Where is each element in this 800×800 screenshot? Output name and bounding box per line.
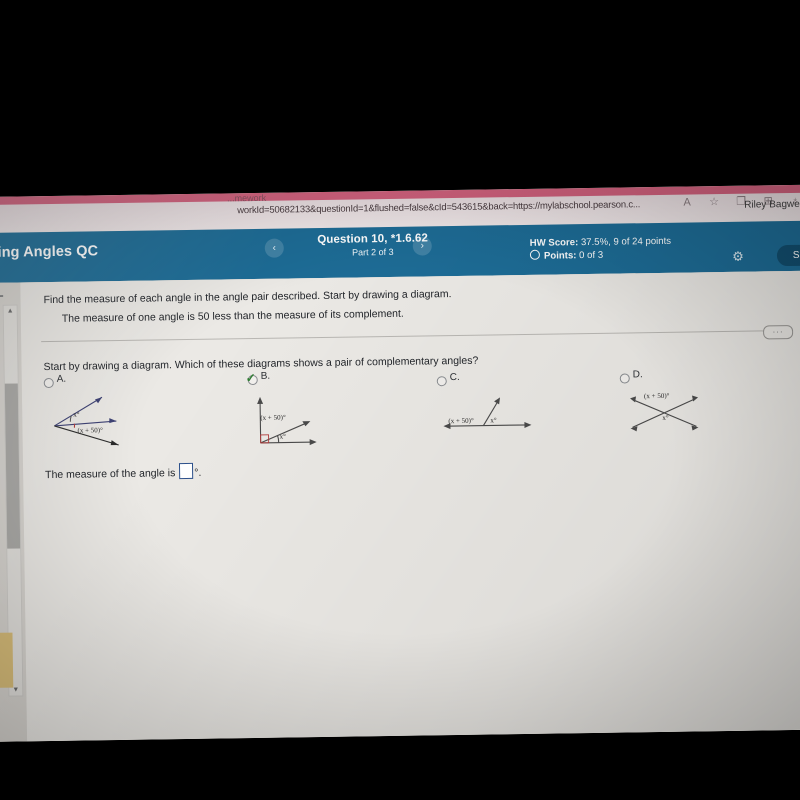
diagram-b: (x + 50)° x° [248, 387, 359, 451]
svg-text:(x + 50)°: (x + 50)° [260, 414, 286, 422]
save-button[interactable]: Sa [776, 244, 800, 267]
exercise-page: ⇤ ▲ ▼ Find the measure of each angle in … [0, 270, 800, 742]
instruction-line: Find the measure of each angle in the an… [43, 288, 452, 307]
selected-check-icon: ✓ [245, 370, 256, 386]
course-title: oring Angles QC [0, 243, 99, 261]
previous-question-button[interactable]: ‹ [264, 238, 284, 258]
instruction-detail: The measure of one angle is 50 less than… [61, 307, 404, 325]
svg-text:(x + 50)°: (x + 50)° [644, 392, 670, 400]
question-label: Question 10, *1.6.62 [317, 232, 429, 247]
read-aloud-icon[interactable]: A [680, 195, 694, 209]
divider [41, 330, 782, 343]
svg-text:x°: x° [490, 416, 497, 424]
scroll-up-arrow-icon[interactable]: ▲ [7, 308, 14, 315]
gear-icon[interactable]: ⚙ [730, 249, 746, 265]
question-navigator: Question 10, *1.6.62 Part 2 of 3 [283, 232, 463, 259]
choice-c-letter: C. [449, 371, 460, 384]
choice-d-letter: D. [632, 369, 643, 381]
svg-text:x°: x° [73, 411, 80, 419]
diagram-c: (x + 50)° x° [437, 389, 548, 439]
photo-of-monitor: ...mework workId=50682133&questionId=1&f… [0, 0, 800, 800]
points-value: 0 of 3 [579, 249, 604, 262]
svg-text:(x + 50)°: (x + 50)° [77, 426, 103, 434]
question-part: Part 2 of 3 [352, 246, 394, 258]
svg-text:x°: x° [280, 433, 287, 441]
more-options-button[interactable]: ··· [762, 324, 794, 340]
hw-score-value: 37.5%, 9 of 24 points [580, 235, 672, 249]
question-sheet: Find the measure of each angle in the an… [20, 270, 800, 742]
favorites-star-icon[interactable]: ☆ [707, 195, 721, 209]
scrollbar-thumb[interactable] [4, 383, 21, 549]
question-instruction: Find the measure of each angle in the an… [43, 283, 683, 327]
choice-a-letter: A. [56, 373, 67, 385]
user-name: Riley Bagwell [744, 198, 800, 211]
points-label: Points: [543, 250, 577, 262]
radio-c[interactable] [436, 376, 447, 387]
scroll-down-arrow-icon[interactable]: ▼ [12, 687, 19, 694]
svg-text:(x + 50)°: (x + 50)° [448, 417, 474, 425]
svg-text:x°: x° [662, 414, 669, 422]
score-summary: HW Score: 37.5%, 9 of 24 points Points: … [530, 235, 672, 263]
desktop-edge-artifact [0, 632, 14, 688]
back-to-assignment-icon[interactable]: ⇤ [0, 287, 4, 305]
diagram-a: x° (x + 50)° [44, 390, 155, 450]
answer-input[interactable] [179, 462, 194, 480]
hw-score-label: HW Score: [529, 237, 579, 249]
answer-prefix: The measure of the angle is [45, 467, 176, 482]
points-circle-icon [529, 249, 540, 260]
diagram-d: (x + 50)° x° [620, 386, 731, 438]
answer-suffix: °. [194, 466, 202, 479]
monitor-screen: ...mework workId=50682133&questionId=1&f… [0, 184, 800, 742]
radio-d[interactable] [619, 373, 630, 384]
radio-a[interactable] [43, 377, 54, 389]
choice-b-letter: B. [260, 370, 271, 382]
answer-row: The measure of the angle is °. [45, 462, 202, 482]
